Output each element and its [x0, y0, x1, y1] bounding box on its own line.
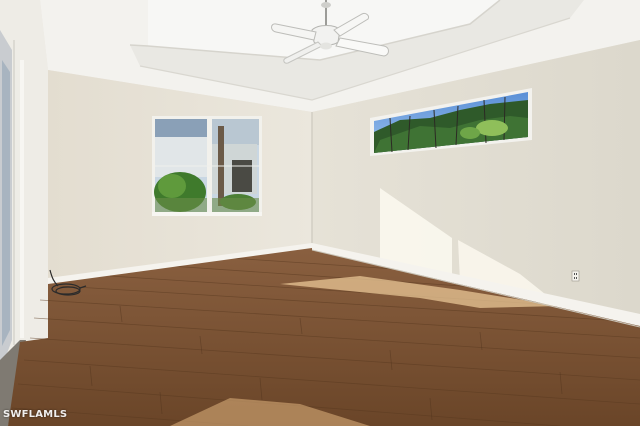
watermark: SWFLAMLS [3, 409, 68, 420]
left-window [152, 116, 262, 216]
empty-room-photo: SWFLAMLS [0, 0, 640, 426]
room-illustration [0, 0, 640, 426]
electrical-outlet-icon [571, 270, 580, 282]
